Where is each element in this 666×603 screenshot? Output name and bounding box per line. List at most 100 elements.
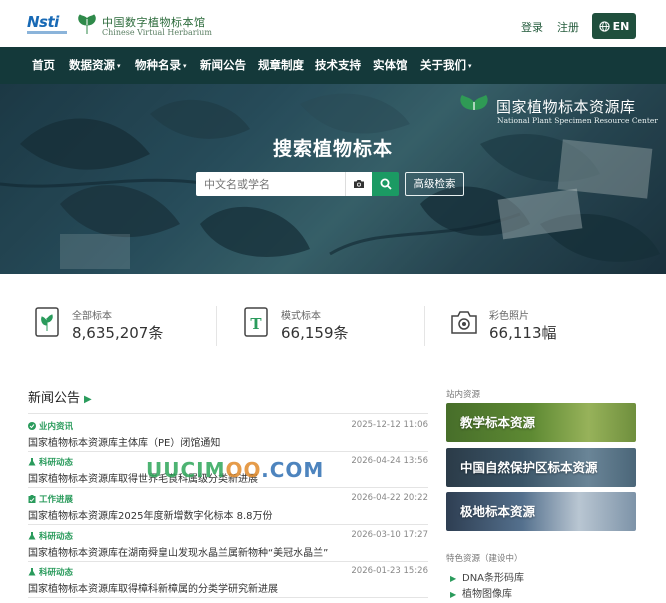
search-button[interactable]	[372, 172, 399, 196]
nav-item-home[interactable]: 首页	[32, 47, 55, 84]
featured-item-plant-images[interactable]: ▶ 植物图像库	[450, 585, 512, 600]
stat-value: 66,113幅	[489, 324, 557, 342]
news-date: 2026-03-10 17:27	[351, 530, 428, 540]
image-search-button[interactable]	[345, 172, 372, 196]
nsti-logo-text: Nsti	[27, 13, 59, 31]
resource-card-label: 教学标本资源	[460, 415, 536, 430]
stat-value: 66,159条	[281, 324, 349, 342]
watermark-part: UUCIM	[146, 458, 226, 482]
news-item[interactable]: 工作进展 2026-04-22 20:22 国家植物标本资源库2025年度新增数…	[28, 493, 428, 527]
news-title-text: 新闻公告	[28, 391, 81, 406]
news-date: 2025-12-12 11:06	[351, 420, 428, 430]
nav-item-data-resources[interactable]: 数据资源 ▾	[69, 47, 121, 84]
news-category[interactable]: 工作进展	[28, 493, 73, 505]
nav-item-regulations[interactable]: 规章制度	[258, 47, 304, 84]
brand-title-en: National Plant Specimen Resource Center	[497, 116, 658, 125]
stat-label: 全部标本	[72, 311, 112, 322]
register-link[interactable]: 注册	[557, 19, 579, 35]
news-headline[interactable]: 国家植物标本资源库取得樟科新樟属的分类学研究新进展	[28, 580, 278, 595]
divider	[28, 561, 428, 562]
news-category-label: 科研动态	[39, 532, 74, 542]
flask-icon	[28, 458, 36, 466]
nav-label: 新闻公告	[200, 58, 246, 72]
language-button[interactable]: EN	[592, 13, 636, 39]
search-icon	[380, 178, 392, 190]
news-date: 2026-01-23 15:26	[351, 566, 428, 576]
news-headline[interactable]: 国家植物标本资源库2025年度新增数字化标本 8.8万份	[28, 507, 273, 522]
stat-label: 彩色照片	[489, 311, 529, 322]
divider	[28, 597, 428, 598]
nav-label: 规章制度	[258, 58, 304, 72]
news-item[interactable]: 科研动态 2026-03-10 17:27 国家植物标本资源库在湖南舜皇山发现水…	[28, 530, 428, 564]
resource-card-polar[interactable]: 极地标本资源	[446, 492, 636, 531]
nav-label: 首页	[32, 58, 55, 72]
news-item[interactable]: 科研动态 2026-01-23 15:26 国家植物标本资源库取得樟科新樟属的分…	[28, 566, 428, 600]
clipboard-icon	[28, 495, 36, 503]
internal-resources-heading: 站内资源	[446, 390, 481, 400]
top-bar: Nsti 中国数字植物标本馆 Chinese Virtual Herbarium…	[0, 0, 666, 48]
divider	[216, 306, 217, 346]
flask-icon	[28, 568, 36, 576]
hero-banner: 国家植物标本资源库 National Plant Specimen Resour…	[0, 84, 666, 274]
nav-label: 技术支持	[315, 58, 361, 72]
specimen-leaf-icon	[35, 307, 59, 337]
news-category[interactable]: 科研动态	[28, 456, 73, 468]
watermark: UUCIMOO.COM	[146, 458, 324, 482]
nav-item-physical-museum[interactable]: 实体馆	[373, 47, 408, 84]
nav-label: 数据资源	[69, 58, 115, 72]
resource-card-nature-reserve[interactable]: 中国自然保护区标本资源	[446, 448, 636, 487]
stat-label: 模式标本	[281, 311, 321, 322]
resource-card-label: 中国自然保护区标本资源	[460, 460, 598, 475]
news-category[interactable]: 科研动态	[28, 566, 73, 578]
resource-card-label: 极地标本资源	[460, 504, 536, 519]
nav-item-about-us[interactable]: 关于我们 ▾	[420, 47, 472, 84]
svg-text:T: T	[250, 315, 262, 333]
news-date: 2026-04-24 13:56	[351, 456, 428, 466]
check-circle-icon	[28, 422, 36, 430]
news-item[interactable]: 业内资讯 2025-12-12 11:06 国家植物标本资源库主体库（PE）闭馆…	[28, 420, 428, 454]
news-category-label: 业内资讯	[39, 422, 74, 432]
ginkgo-leaf-icon	[460, 95, 488, 124]
news-headline[interactable]: 国家植物标本资源库主体库（PE）闭馆通知	[28, 434, 220, 449]
watermark-part: .COM	[261, 458, 325, 482]
nav-label: 关于我们	[420, 58, 466, 72]
resource-card-teaching[interactable]: 教学标本资源	[446, 403, 636, 442]
nav-item-news[interactable]: 新闻公告	[200, 47, 246, 84]
login-link[interactable]: 登录	[521, 19, 543, 35]
divider	[28, 413, 428, 414]
type-specimen-icon: T	[244, 307, 268, 337]
news-category[interactable]: 业内资讯	[28, 420, 73, 432]
featured-resources-heading: 特色资源（建设中）	[446, 554, 523, 564]
arrow-right-icon: ▶	[84, 394, 92, 405]
flask-icon	[28, 532, 36, 540]
divider	[28, 524, 428, 525]
nav-item-species-list[interactable]: 物种名录 ▾	[135, 47, 187, 84]
chevron-down-icon: ▾	[117, 62, 121, 70]
divider	[28, 451, 428, 452]
advanced-search-button[interactable]: 高级检索	[405, 172, 464, 196]
search-heading: 搜索植物标本	[272, 138, 393, 160]
news-date: 2026-04-22 20:22	[351, 493, 428, 503]
news-section-title[interactable]: 新闻公告 ▶	[28, 387, 92, 406]
news-headline[interactable]: 国家植物标本资源库在湖南舜皇山发现水晶兰属新物种“美冠水晶兰”	[28, 544, 328, 559]
search-input[interactable]	[196, 172, 346, 196]
nsti-logo[interactable]: Nsti	[27, 13, 71, 35]
arrow-right-icon: ▶	[450, 574, 457, 583]
camera-icon	[354, 180, 364, 188]
news-category-label: 科研动态	[39, 458, 74, 468]
divider	[424, 306, 425, 346]
main-nav: 首页 数据资源 ▾ 物种名录 ▾ 新闻公告 规章制度 技术支持 实体馆 关于我们 ▾	[0, 47, 666, 84]
chevron-down-icon: ▾	[183, 62, 187, 70]
chevron-down-icon: ▾	[468, 62, 472, 70]
featured-item-label: 植物图像库	[462, 589, 512, 600]
nav-label: 物种名录	[135, 58, 181, 72]
ginkgo-leaf-icon	[78, 14, 96, 34]
nav-item-tech-support[interactable]: 技术支持	[315, 47, 361, 84]
language-label: EN	[612, 19, 630, 33]
news-category[interactable]: 科研动态	[28, 530, 73, 542]
news-category-label: 科研动态	[39, 568, 74, 578]
divider	[28, 487, 428, 488]
featured-item-dna-barcode[interactable]: ▶ DNA条形码库	[450, 569, 524, 584]
globe-icon	[598, 20, 610, 32]
nav-label: 实体馆	[373, 58, 408, 72]
